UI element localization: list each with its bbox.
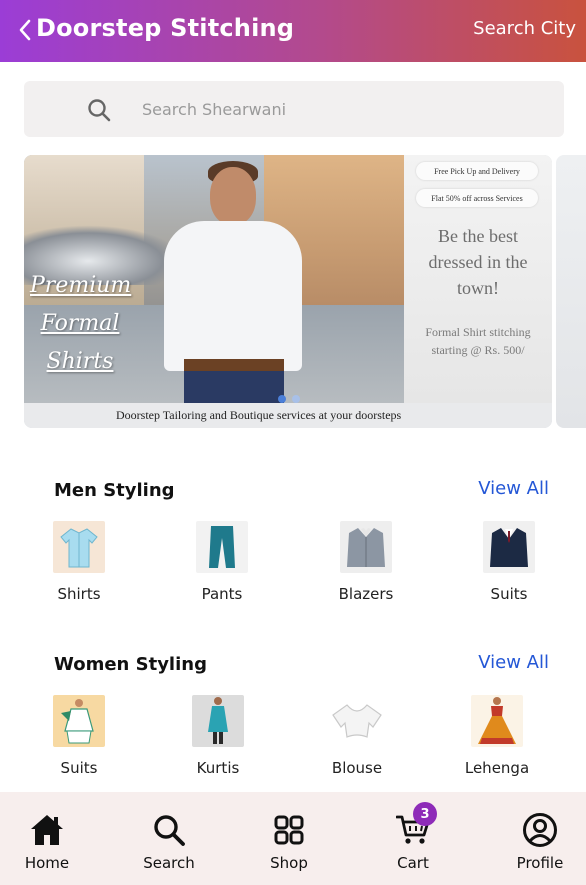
- carousel-dots: [278, 395, 300, 403]
- shirt-icon: [53, 521, 105, 573]
- search-city-link[interactable]: Search City: [473, 18, 576, 39]
- banner-caption: Doorstep Tailoring and Boutique services…: [24, 403, 552, 428]
- promo-banner[interactable]: Premium Formal Shirts Free Pick Up and D…: [24, 155, 552, 428]
- lehenga-icon: [471, 695, 523, 747]
- banner-pill-discount: Flat 50% off across Services: [416, 189, 538, 207]
- nav-home[interactable]: Home: [7, 810, 87, 872]
- nav-label: Home: [24, 854, 70, 872]
- category-women-kurtis[interactable]: Kurtis: [158, 695, 278, 777]
- pants-icon: [196, 521, 248, 573]
- search-icon: [88, 99, 111, 122]
- category-label: Pants: [201, 585, 243, 603]
- category-women-suits[interactable]: Suits: [19, 695, 139, 777]
- app-header: Doorstep Stitching Search City: [0, 0, 586, 62]
- banner-info-panel: Free Pick Up and Delivery Flat 50% off a…: [404, 155, 552, 403]
- search-icon: [149, 810, 189, 850]
- app-screen: Doorstep Stitching Search City Premium F…: [0, 0, 586, 885]
- men-styling-title: Men Styling: [54, 480, 175, 501]
- cart-count-badge: 3: [413, 802, 437, 826]
- men-view-all-link[interactable]: View All: [478, 478, 549, 499]
- search-input[interactable]: [142, 97, 542, 121]
- chevron-left-icon: [19, 19, 31, 41]
- kurti-icon: [192, 695, 244, 747]
- nav-shop[interactable]: Shop: [249, 810, 329, 872]
- category-label: Suits: [490, 585, 528, 603]
- back-button[interactable]: [14, 16, 36, 44]
- banner-offer: Formal Shirt stitching starting @ Rs. 50…: [425, 325, 531, 357]
- banner-tagline: Be the best dressed in the town!: [428, 226, 528, 298]
- category-men-suits[interactable]: Suits: [449, 521, 569, 603]
- profile-icon: [520, 810, 560, 850]
- nav-label: Shop: [270, 854, 308, 872]
- category-label: Lehenga: [464, 759, 530, 777]
- blouse-icon: [331, 695, 383, 747]
- category-label: Blouse: [331, 759, 383, 777]
- category-men-pants[interactable]: Pants: [162, 521, 282, 603]
- category-label: Shirts: [57, 585, 101, 603]
- women-styling-title: Women Styling: [54, 654, 207, 675]
- nav-label: Profile: [516, 854, 564, 872]
- carousel-dot[interactable]: [292, 395, 300, 403]
- banner-photo: Premium Formal Shirts: [24, 155, 404, 411]
- category-women-blouse[interactable]: Blouse: [297, 695, 417, 777]
- blazer-icon: [340, 521, 392, 573]
- nav-label: Cart: [397, 854, 429, 872]
- banner-pill-pickup: Free Pick Up and Delivery: [416, 162, 538, 180]
- nav-cart[interactable]: 3 Cart: [373, 802, 453, 872]
- page-title: Doorstep Stitching: [36, 14, 295, 42]
- next-banner-peek[interactable]: [556, 155, 586, 428]
- carousel-dot-active[interactable]: [278, 395, 286, 403]
- nav-label: Search: [143, 854, 195, 872]
- women-view-all-link[interactable]: View All: [478, 652, 549, 673]
- salwar-suit-icon: [53, 695, 105, 747]
- banner-premium-text: Premium Formal Shirts: [30, 273, 132, 374]
- cart-icon: 3: [393, 802, 437, 850]
- category-label: Blazers: [338, 585, 394, 603]
- category-men-blazers[interactable]: Blazers: [306, 521, 426, 603]
- bottom-navigation: Home Search Shop 3 Cart Profile: [0, 792, 586, 885]
- nav-search[interactable]: Search: [129, 810, 209, 872]
- category-women-lehenga[interactable]: Lehenga: [437, 695, 557, 777]
- search-bar[interactable]: [24, 81, 564, 137]
- nav-profile[interactable]: Profile: [500, 810, 580, 872]
- category-men-shirts[interactable]: Shirts: [19, 521, 139, 603]
- grid-icon: [269, 810, 309, 850]
- category-label: Suits: [60, 759, 98, 777]
- suit-icon: [483, 521, 535, 573]
- category-label: Kurtis: [196, 759, 240, 777]
- home-icon: [27, 810, 67, 850]
